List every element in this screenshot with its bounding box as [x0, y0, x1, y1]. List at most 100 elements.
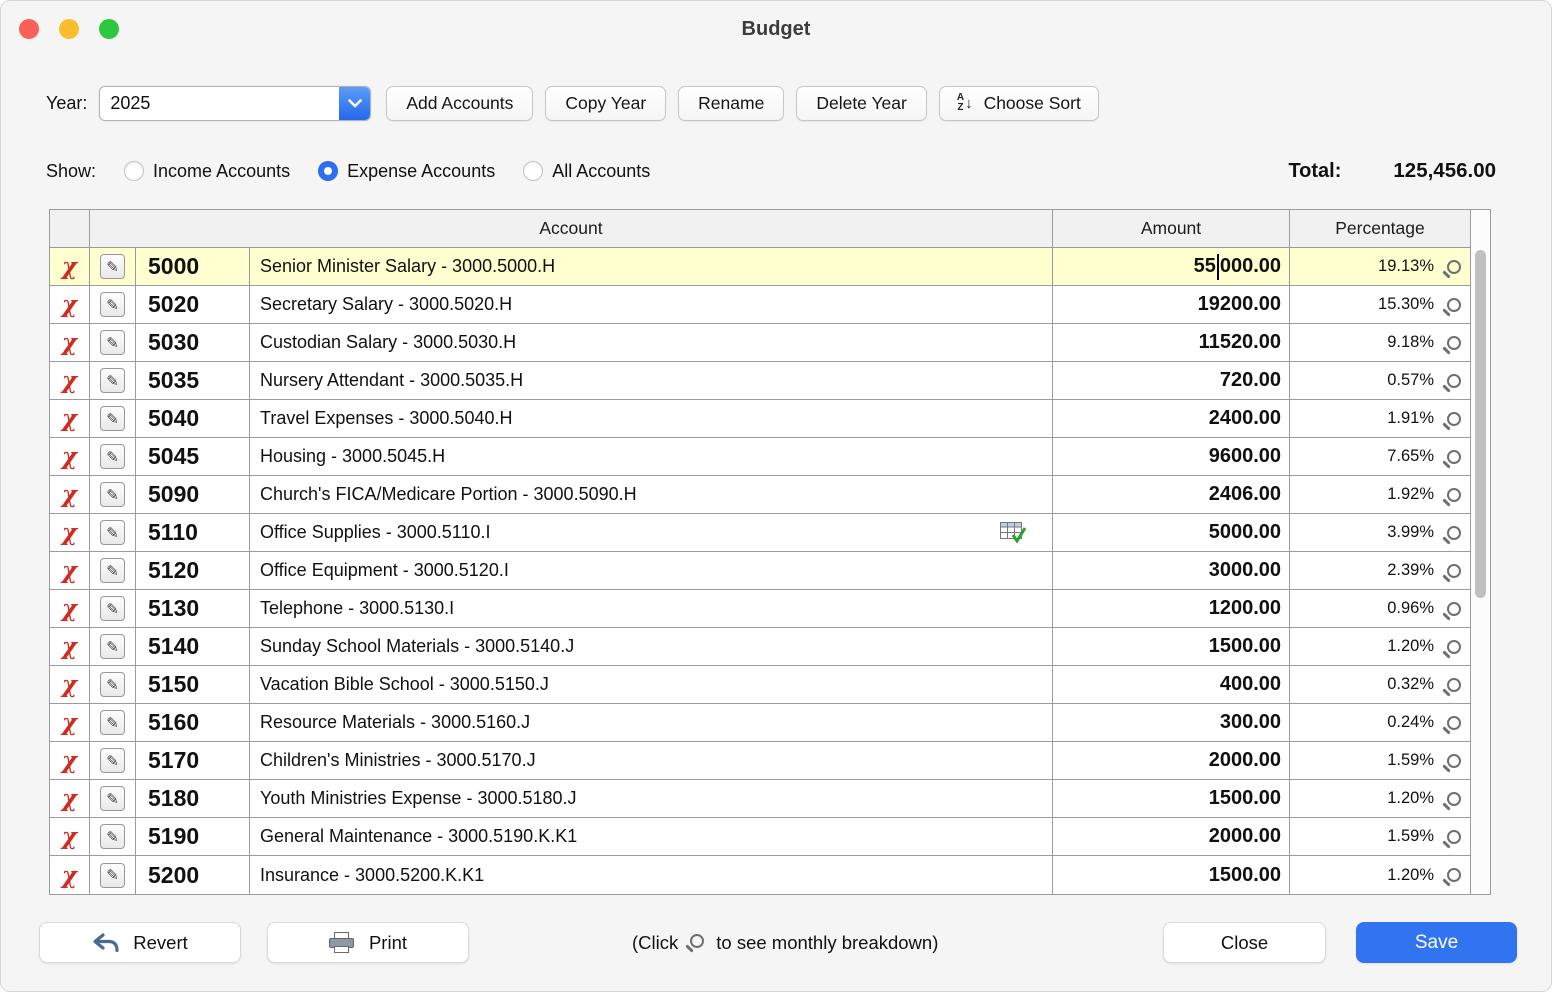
- edit-account-icon[interactable]: ✎: [100, 672, 125, 697]
- account-number-cell[interactable]: 5140: [136, 628, 250, 665]
- scrollbar-thumb[interactable]: [1475, 250, 1486, 598]
- close-button[interactable]: Close: [1163, 922, 1326, 963]
- amount-cell[interactable]: 400.00: [1053, 666, 1290, 703]
- amount-cell[interactable]: 2400.00: [1053, 400, 1290, 437]
- account-name-cell[interactable]: Telephone - 3000.5130.I: [250, 590, 1053, 627]
- account-name-cell[interactable]: Secretary Salary - 3000.5020.H: [250, 286, 1053, 323]
- edit-account-icon[interactable]: ✎: [100, 558, 125, 583]
- edit-account-icon[interactable]: ✎: [100, 406, 125, 431]
- account-number-cell[interactable]: 5190: [136, 818, 250, 855]
- account-number-cell[interactable]: 5035: [136, 362, 250, 399]
- amount-cell[interactable]: 2000.00: [1053, 818, 1290, 855]
- delete-account-icon[interactable]: χ: [62, 369, 77, 392]
- delete-account-icon[interactable]: χ: [62, 521, 77, 544]
- account-name-cell[interactable]: Youth Ministries Expense - 3000.5180.J: [250, 780, 1053, 817]
- account-name-cell[interactable]: Resource Materials - 3000.5160.J: [250, 704, 1053, 741]
- edit-account-icon[interactable]: ✎: [100, 596, 125, 621]
- edit-account-icon[interactable]: ✎: [100, 520, 125, 545]
- edit-account-icon[interactable]: ✎: [100, 862, 125, 888]
- amount-cell[interactable]: 11520.00: [1053, 324, 1290, 361]
- account-name-cell[interactable]: Insurance - 3000.5200.K.K1: [250, 856, 1053, 894]
- magnifier-icon[interactable]: [1447, 449, 1461, 464]
- delete-account-icon[interactable]: χ: [62, 255, 77, 278]
- magnifier-icon[interactable]: [1447, 868, 1461, 882]
- delete-account-icon[interactable]: χ: [62, 673, 77, 696]
- amount-cell[interactable]: 9600.00: [1053, 438, 1290, 475]
- delete-account-icon[interactable]: χ: [62, 711, 77, 734]
- account-number-cell[interactable]: 5020: [136, 286, 250, 323]
- delete-account-icon[interactable]: χ: [62, 597, 77, 620]
- account-number-cell[interactable]: 5180: [136, 780, 250, 817]
- scrollbar-track[interactable]: [1470, 210, 1490, 894]
- edit-account-icon[interactable]: ✎: [100, 444, 125, 469]
- print-button[interactable]: Print: [267, 922, 469, 963]
- edit-account-icon[interactable]: ✎: [100, 710, 125, 735]
- account-name-cell[interactable]: Travel Expenses - 3000.5040.H: [250, 400, 1053, 437]
- account-name-cell[interactable]: Housing - 3000.5045.H: [250, 438, 1053, 475]
- account-name-cell[interactable]: Office Equipment - 3000.5120.I: [250, 552, 1053, 589]
- magnifier-icon[interactable]: [1447, 487, 1461, 502]
- choose-sort-button[interactable]: A Z ↓ Choose Sort: [938, 85, 1099, 121]
- account-number-cell[interactable]: 5045: [136, 438, 250, 475]
- edit-account-icon[interactable]: ✎: [100, 748, 125, 773]
- magnifier-icon[interactable]: [1447, 677, 1461, 692]
- edit-account-icon[interactable]: ✎: [100, 634, 125, 659]
- revert-button[interactable]: Revert: [39, 922, 241, 963]
- magnifier-icon[interactable]: [1447, 753, 1461, 768]
- delete-account-icon[interactable]: χ: [62, 293, 77, 316]
- amount-cell[interactable]: 1500.00: [1053, 780, 1290, 817]
- close-window-button[interactable]: [19, 19, 39, 39]
- delete-account-icon[interactable]: χ: [62, 825, 77, 848]
- delete-account-icon[interactable]: χ: [62, 635, 77, 658]
- delete-account-icon[interactable]: χ: [62, 749, 77, 772]
- amount-cell[interactable]: 19200.00: [1053, 286, 1290, 323]
- copy-year-button[interactable]: Copy Year: [545, 85, 667, 121]
- save-button[interactable]: Save: [1356, 922, 1517, 963]
- spreadsheet-icon[interactable]: [1000, 522, 1026, 543]
- delete-account-icon[interactable]: χ: [62, 445, 77, 468]
- amount-cell[interactable]: 1200.00: [1053, 590, 1290, 627]
- year-select-chevron-button[interactable]: [339, 86, 371, 120]
- delete-account-icon[interactable]: χ: [62, 331, 77, 354]
- edit-account-icon[interactable]: ✎: [100, 824, 125, 849]
- delete-year-button[interactable]: Delete Year: [796, 85, 927, 121]
- rename-button[interactable]: Rename: [678, 85, 785, 121]
- account-name-cell[interactable]: Nursery Attendant - 3000.5035.H: [250, 362, 1053, 399]
- edit-account-icon[interactable]: ✎: [100, 292, 125, 317]
- account-number-cell[interactable]: 5110: [136, 514, 250, 551]
- edit-account-icon[interactable]: ✎: [100, 330, 125, 355]
- magnifier-icon[interactable]: [1447, 297, 1461, 312]
- magnifier-icon[interactable]: [1447, 791, 1461, 806]
- account-number-cell[interactable]: 5200: [136, 856, 250, 894]
- amount-cell[interactable]: 1500.00: [1053, 628, 1290, 665]
- delete-account-icon[interactable]: χ: [62, 787, 77, 810]
- account-number-cell[interactable]: 5130: [136, 590, 250, 627]
- account-number-cell[interactable]: 5090: [136, 476, 250, 513]
- amount-cell[interactable]: 300.00: [1053, 704, 1290, 741]
- magnifier-icon[interactable]: [1447, 563, 1461, 578]
- magnifier-icon[interactable]: [1447, 715, 1461, 730]
- account-name-cell[interactable]: Custodian Salary - 3000.5030.H: [250, 324, 1053, 361]
- magnifier-icon[interactable]: [1447, 601, 1461, 616]
- year-select[interactable]: 2025: [99, 85, 372, 121]
- radio-expense-accounts[interactable]: Expense Accounts: [318, 161, 495, 182]
- delete-account-icon[interactable]: χ: [62, 864, 77, 887]
- magnifier-icon[interactable]: [1447, 335, 1461, 350]
- radio-all-accounts[interactable]: All Accounts: [523, 161, 650, 182]
- magnifier-icon[interactable]: [1447, 373, 1461, 388]
- delete-account-icon[interactable]: χ: [62, 407, 77, 430]
- magnifier-icon[interactable]: [1447, 411, 1461, 426]
- edit-account-icon[interactable]: ✎: [100, 482, 125, 507]
- account-name-cell[interactable]: Senior Minister Salary - 3000.5000.H: [250, 248, 1053, 285]
- delete-account-icon[interactable]: χ: [62, 483, 77, 506]
- account-name-cell[interactable]: Children's Ministries - 3000.5170.J: [250, 742, 1053, 779]
- account-number-cell[interactable]: 5150: [136, 666, 250, 703]
- edit-account-icon[interactable]: ✎: [100, 786, 125, 811]
- magnifier-icon[interactable]: [1447, 259, 1461, 274]
- amount-cell[interactable]: 3000.00: [1053, 552, 1290, 589]
- magnifier-icon[interactable]: [1447, 639, 1461, 654]
- radio-income-accounts[interactable]: Income Accounts: [124, 161, 290, 182]
- zoom-window-button[interactable]: [99, 19, 119, 39]
- account-name-cell[interactable]: Church's FICA/Medicare Portion - 3000.50…: [250, 476, 1053, 513]
- account-name-cell[interactable]: Office Supplies - 3000.5110.I: [250, 514, 1053, 551]
